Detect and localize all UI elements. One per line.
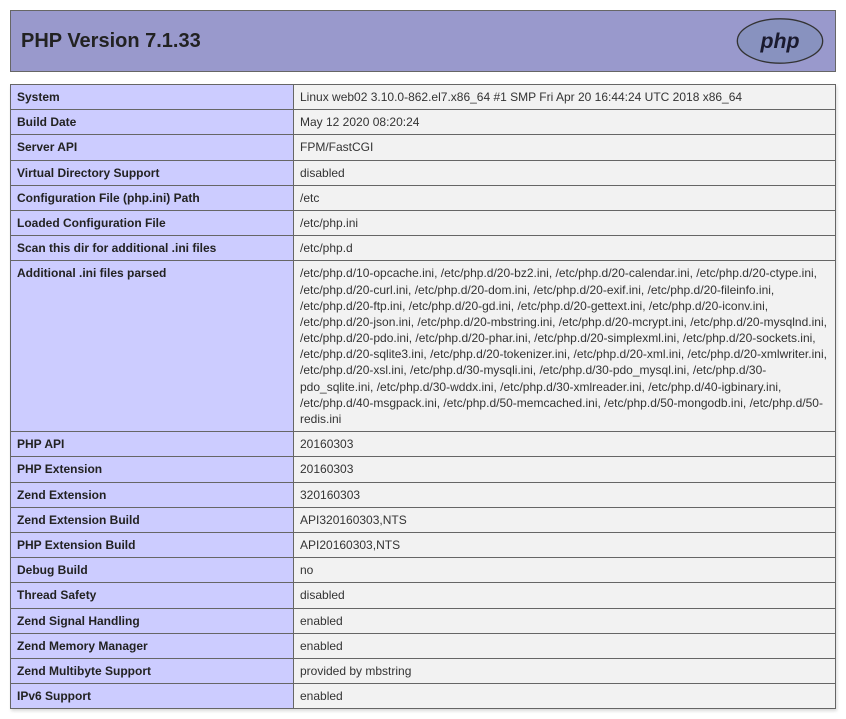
row-value: /etc/php.ini xyxy=(294,210,836,235)
table-row: Scan this dir for additional .ini files/… xyxy=(11,236,836,261)
table-row: Zend Signal Handlingenabled xyxy=(11,608,836,633)
row-label: PHP Extension xyxy=(11,457,294,482)
table-row: PHP Extension BuildAPI20160303,NTS xyxy=(11,532,836,557)
table-row: Additional .ini files parsed/etc/php.d/1… xyxy=(11,261,836,432)
row-value: 20160303 xyxy=(294,432,836,457)
table-row: PHP API20160303 xyxy=(11,432,836,457)
row-value: provided by mbstring xyxy=(294,658,836,683)
row-label: Debug Build xyxy=(11,558,294,583)
table-row: Loaded Configuration File/etc/php.ini xyxy=(11,210,836,235)
row-value: /etc/php.d xyxy=(294,236,836,261)
row-label: Scan this dir for additional .ini files xyxy=(11,236,294,261)
page-title: PHP Version 7.1.33 xyxy=(21,30,201,53)
row-value: enabled xyxy=(294,684,836,709)
row-value: disabled xyxy=(294,160,836,185)
row-value: API20160303,NTS xyxy=(294,532,836,557)
row-label: Thread Safety xyxy=(11,583,294,608)
row-label: Virtual Directory Support xyxy=(11,160,294,185)
row-label: System xyxy=(11,85,294,110)
phpinfo-table: SystemLinux web02 3.10.0-862.el7.x86_64 … xyxy=(10,84,836,709)
table-row: Thread Safetydisabled xyxy=(11,583,836,608)
row-label: PHP API xyxy=(11,432,294,457)
row-label: Zend Signal Handling xyxy=(11,608,294,633)
row-label: Server API xyxy=(11,135,294,160)
row-label: Additional .ini files parsed xyxy=(11,261,294,432)
table-row: Zend Extension BuildAPI320160303,NTS xyxy=(11,507,836,532)
table-row: PHP Extension20160303 xyxy=(11,457,836,482)
row-value: 320160303 xyxy=(294,482,836,507)
table-row: SystemLinux web02 3.10.0-862.el7.x86_64 … xyxy=(11,85,836,110)
row-label: Configuration File (php.ini) Path xyxy=(11,185,294,210)
header-bar: PHP Version 7.1.33 php xyxy=(10,10,836,72)
php-logo-icon: php xyxy=(735,17,825,65)
row-value: enabled xyxy=(294,608,836,633)
row-value: enabled xyxy=(294,633,836,658)
row-label: PHP Extension Build xyxy=(11,532,294,557)
row-value: no xyxy=(294,558,836,583)
row-label: Zend Extension xyxy=(11,482,294,507)
row-value: /etc/php.d/10-opcache.ini, /etc/php.d/20… xyxy=(294,261,836,432)
row-label: Loaded Configuration File xyxy=(11,210,294,235)
table-row: Server APIFPM/FastCGI xyxy=(11,135,836,160)
table-row: Zend Extension320160303 xyxy=(11,482,836,507)
row-value: 20160303 xyxy=(294,457,836,482)
table-row: Virtual Directory Supportdisabled xyxy=(11,160,836,185)
row-label: Zend Multibyte Support xyxy=(11,658,294,683)
row-value: Linux web02 3.10.0-862.el7.x86_64 #1 SMP… xyxy=(294,85,836,110)
row-value: May 12 2020 08:20:24 xyxy=(294,110,836,135)
table-row: IPv6 Supportenabled xyxy=(11,684,836,709)
row-label: Zend Memory Manager xyxy=(11,633,294,658)
row-label: IPv6 Support xyxy=(11,684,294,709)
svg-text:php: php xyxy=(759,29,799,53)
row-value: API320160303,NTS xyxy=(294,507,836,532)
row-value: FPM/FastCGI xyxy=(294,135,836,160)
table-row: Debug Buildno xyxy=(11,558,836,583)
table-row: Zend Multibyte Supportprovided by mbstri… xyxy=(11,658,836,683)
table-row: Configuration File (php.ini) Path/etc xyxy=(11,185,836,210)
row-label: Zend Extension Build xyxy=(11,507,294,532)
table-row: Build DateMay 12 2020 08:20:24 xyxy=(11,110,836,135)
row-value: /etc xyxy=(294,185,836,210)
table-row: Zend Memory Managerenabled xyxy=(11,633,836,658)
row-value: disabled xyxy=(294,583,836,608)
row-label: Build Date xyxy=(11,110,294,135)
